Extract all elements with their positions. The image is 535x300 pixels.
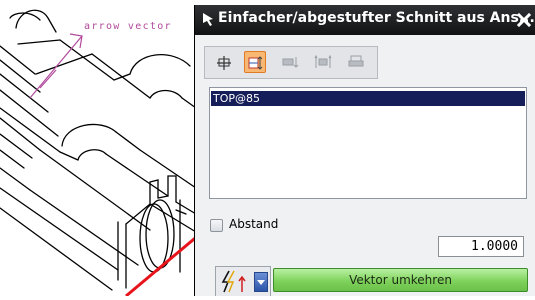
vector-dropdown-button[interactable] [254,272,268,292]
move-segment-icon[interactable] [312,51,334,73]
chevron-down-icon [257,280,265,285]
vector-picker[interactable] [215,266,271,296]
distance-checkbox[interactable] [210,219,223,232]
reverse-vector-button[interactable]: Vektor umkehren [273,268,528,292]
list-item-selected[interactable]: TOP@85 [211,91,525,106]
vector-picker-icon [221,270,246,293]
step-section-icon[interactable] [244,51,266,73]
vector-annotation-label: arrow vector [84,21,172,32]
cad-model-drawing [0,9,201,298]
distance-label: Abstand [229,217,279,231]
close-icon[interactable] [517,12,531,28]
section-list[interactable]: TOP@85 [209,87,527,199]
section-toolbar [204,46,378,79]
pointer-icon [203,13,213,26]
dialog-titlebar[interactable]: Einfacher/abgestufter Schnitt aus Ans... [195,5,535,35]
section-dialog: Einfacher/abgestufter Schnitt aus Ans...… [194,5,535,296]
dialog-title: Einfacher/abgestufter Schnitt aus Ans... [218,10,535,26]
add-segment-icon[interactable] [279,51,301,73]
section-line-icon[interactable] [212,51,234,73]
hinge-line-icon[interactable] [345,51,367,73]
distance-value-field[interactable]: 1.0000 [438,236,524,257]
cad-viewport[interactable]: arrow vector [0,0,201,298]
